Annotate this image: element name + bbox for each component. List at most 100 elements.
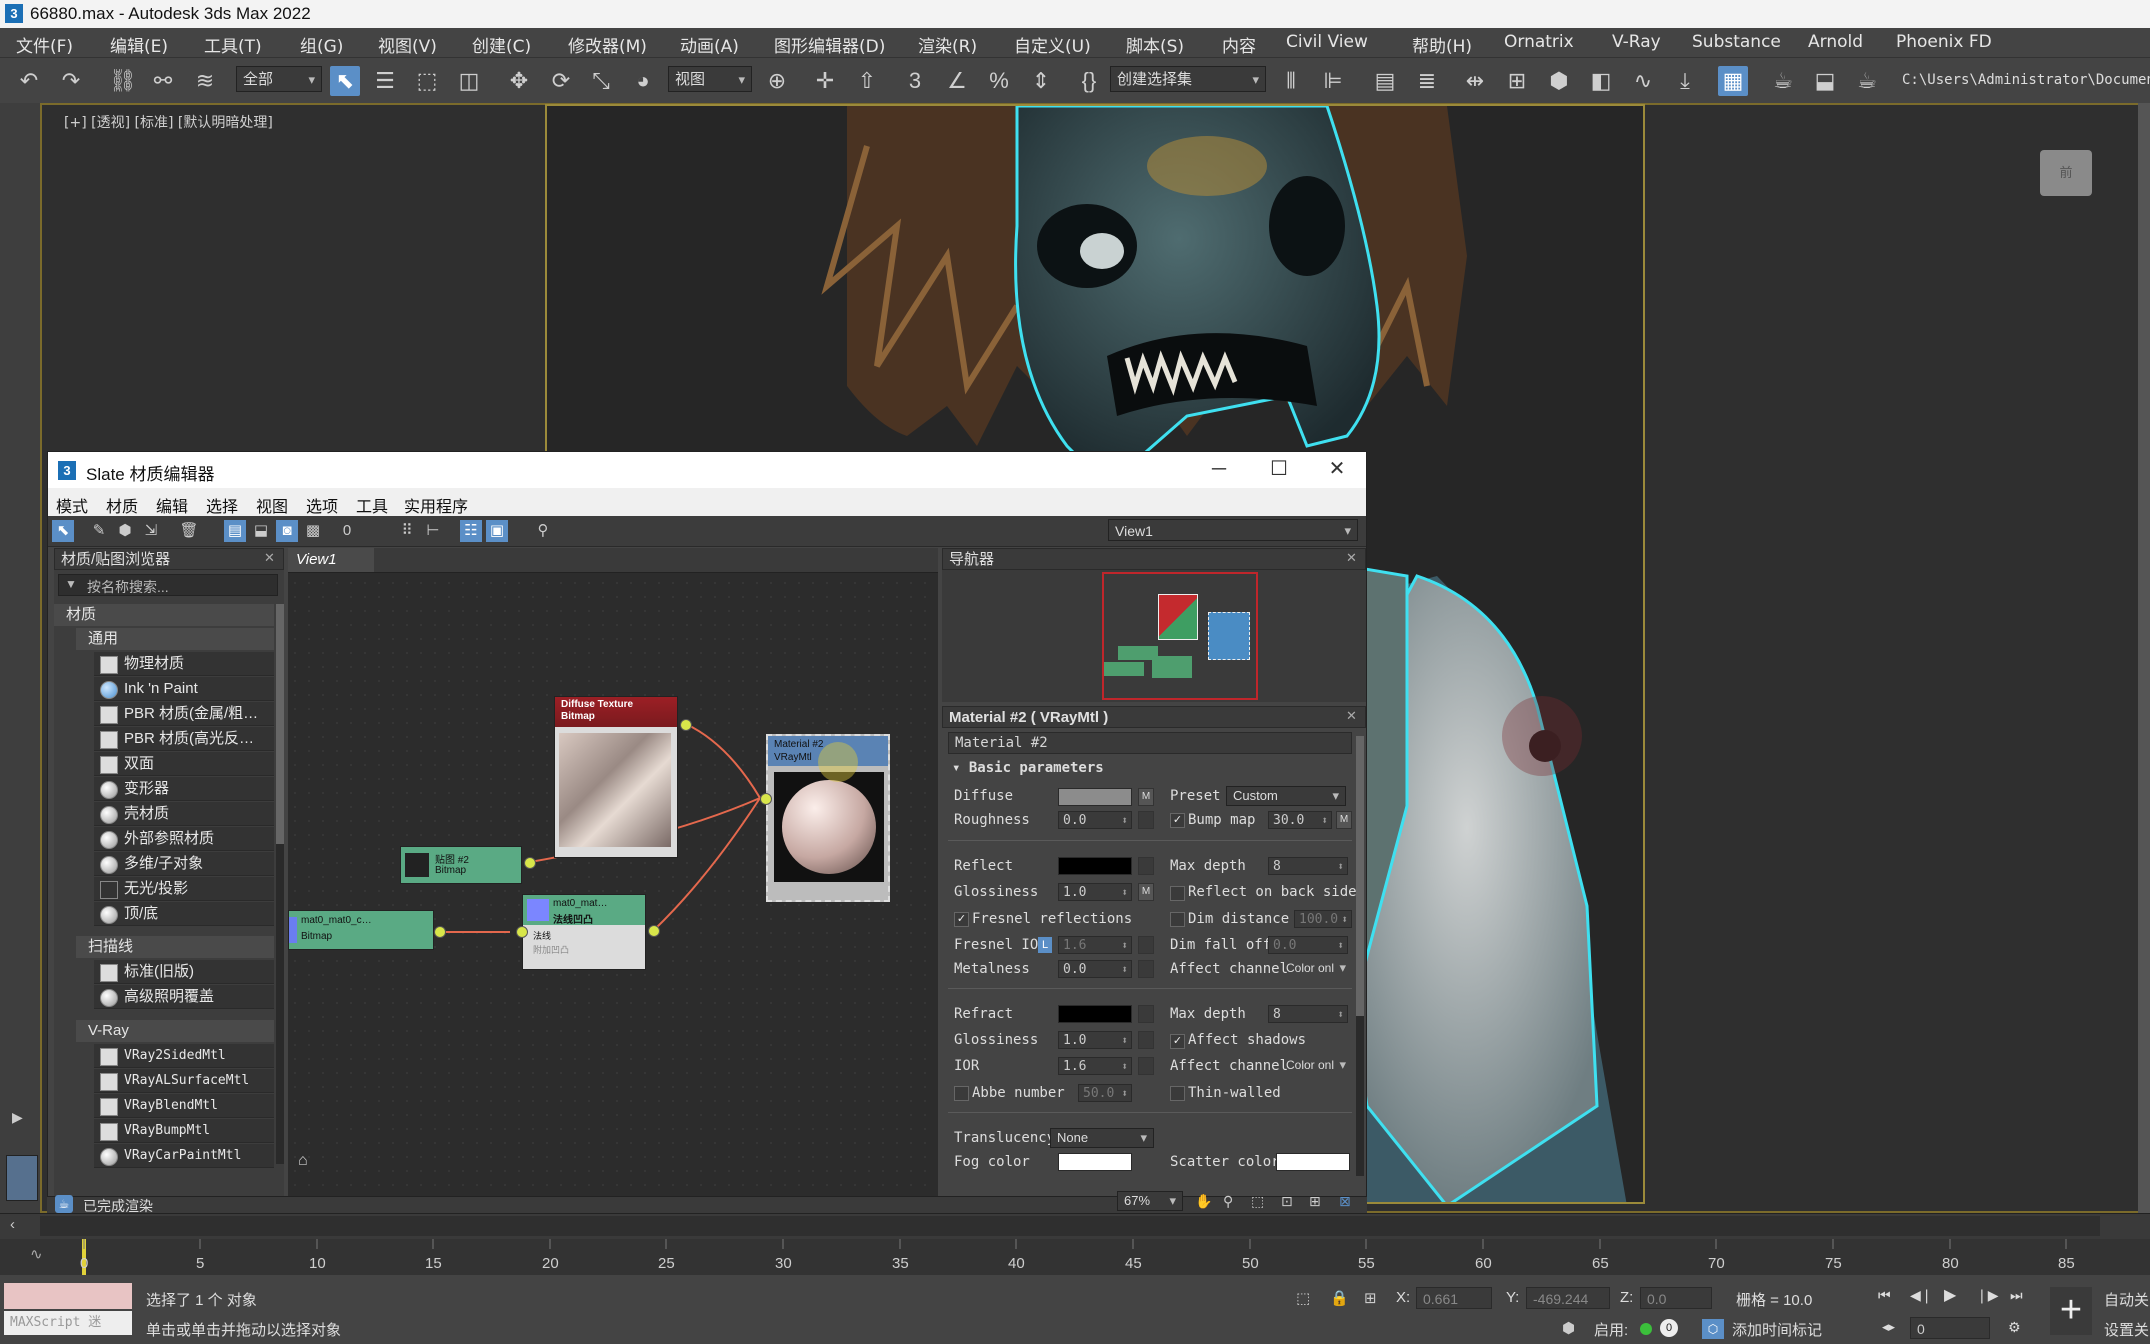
slate-menu-options[interactable]: 选项 — [306, 493, 338, 517]
menu-create[interactable]: 创建(C) — [472, 32, 531, 57]
slate-menu-material[interactable]: 材质 — [106, 493, 138, 517]
thin-walled-checkbox[interactable] — [1170, 1086, 1185, 1101]
selection-filter-dropdown[interactable]: 全部 — [236, 66, 322, 93]
list-item[interactable]: 无光/投影 — [94, 877, 274, 901]
unlink-icon[interactable]: ⚯ — [148, 66, 178, 96]
refr-glossiness-map-button[interactable] — [1138, 1031, 1154, 1049]
refr-max-depth-spinner[interactable]: 8 — [1268, 1005, 1348, 1024]
slate-menu-edit[interactable]: 编辑 — [156, 493, 188, 517]
node-map-2[interactable]: 贴图 #2 Bitmap — [400, 846, 522, 884]
keyboard-shortcut-icon[interactable]: ⇧ — [852, 66, 882, 96]
translucency-dropdown[interactable]: None — [1050, 1128, 1154, 1148]
node-diffuse-texture[interactable]: Diffuse Texture Bitmap — [554, 696, 678, 858]
list-item[interactable]: 壳材质 — [94, 802, 274, 826]
output-port[interactable] — [680, 719, 692, 731]
zoom-extents-icon[interactable]: ⊡ — [1281, 1193, 1293, 1210]
ribbon-icon[interactable]: ⇹ — [1460, 66, 1490, 96]
align-icon[interactable]: ⊫ — [1318, 66, 1348, 96]
affect-shadows-checkbox[interactable]: ✓ — [1170, 1034, 1185, 1049]
adaptive-degradation-icon[interactable]: ⬢ — [1562, 1319, 1575, 1337]
browser-close-icon[interactable]: ✕ — [264, 550, 275, 566]
minimize-button[interactable]: ─ — [1204, 456, 1234, 482]
affect-channel-dropdown[interactable]: Color onl — [1280, 959, 1352, 979]
ior-map-button[interactable] — [1138, 1057, 1154, 1075]
select-object-icon[interactable]: ⬉ — [330, 66, 360, 96]
input-port[interactable] — [516, 926, 528, 938]
isolate-selection-icon[interactable]: ⬚ — [1296, 1289, 1310, 1307]
select-by-material-icon[interactable]: ⚲ — [532, 520, 554, 542]
link-icon[interactable]: ⛓ — [108, 66, 138, 96]
named-selection-dropdown[interactable]: 创建选择集 — [1110, 66, 1266, 93]
rect-selection-icon[interactable]: ⬚ — [412, 66, 442, 96]
mirror-icon[interactable]: ⫴ — [1276, 66, 1306, 96]
fresnel-checkbox[interactable]: ✓ — [954, 912, 969, 927]
undo-icon[interactable]: ↶ — [14, 66, 44, 96]
list-item[interactable]: 高级照明覆盖 — [94, 985, 274, 1009]
hide-unused-icon[interactable]: ⬓ — [250, 520, 272, 542]
timeslider-left-arrow-icon[interactable]: ‹ — [10, 1216, 15, 1233]
metalness-map-button[interactable] — [1138, 960, 1154, 978]
vray-render-icon[interactable]: ☕ — [1852, 66, 1882, 96]
list-item[interactable]: Ink 'n Paint — [94, 677, 274, 701]
fresnel-ior-spinner[interactable]: 1.6 — [1058, 936, 1132, 955]
bind-space-warp-icon[interactable]: ≋ — [190, 66, 220, 96]
list-item[interactable]: 双面 — [94, 752, 274, 776]
subgroup-scanline[interactable]: 扫描线 — [76, 936, 274, 958]
layout-all-icon[interactable]: ⠿ — [396, 520, 418, 542]
menu-customize[interactable]: 自定义(U) — [1014, 32, 1091, 57]
menu-phoenix-fd[interactable]: Phoenix FD — [1896, 32, 1992, 52]
param-scrollbar[interactable] — [1356, 736, 1364, 1176]
list-item[interactable]: VRayALSurfaceMtl — [94, 1069, 274, 1093]
list-item[interactable]: PBR 材质(高光反… — [94, 727, 274, 751]
refract-map-button[interactable] — [1138, 1005, 1154, 1023]
expand-arrow-icon[interactable]: ▶ — [12, 1109, 30, 1127]
slate-title-bar[interactable]: 3 Slate 材质编辑器 ─ ☐ ✕ — [48, 452, 1366, 488]
ref-coord-dropdown[interactable]: 视图 — [668, 66, 752, 93]
diffuse-map-button[interactable]: M — [1138, 788, 1154, 806]
zoom-icon[interactable]: ⚲ — [1223, 1193, 1233, 1210]
next-frame-icon[interactable]: ❘▶ — [1976, 1287, 1999, 1304]
zoom-selected-icon[interactable]: ⊞ — [1309, 1193, 1321, 1210]
layout-children-icon[interactable]: ⊢ — [422, 520, 444, 542]
bump-map-button[interactable]: M — [1336, 811, 1352, 829]
navigator-pan-icon[interactable]: ⌂ — [298, 1152, 324, 1178]
list-item[interactable]: PBR 材质(金属/粗… — [94, 702, 274, 726]
x-coord-field[interactable]: 0.661 — [1416, 1287, 1492, 1309]
viewport-label[interactable]: [+] [透视] [标准] [默认明暗处理] — [64, 112, 273, 132]
place-icon[interactable]: ◕ — [628, 66, 658, 96]
select-by-name-icon[interactable]: ☰ — [370, 66, 400, 96]
absolute-mode-icon[interactable]: ⊞ — [1364, 1289, 1377, 1307]
output-port[interactable] — [434, 926, 446, 938]
param-editor-toggle-icon[interactable]: ▣ — [486, 520, 508, 542]
render-iterative-icon[interactable]: ☕ — [1768, 66, 1798, 96]
show-end-result-icon[interactable]: ▩ — [302, 520, 324, 542]
rollout-basic-params[interactable]: ▾ Basic parameters — [952, 760, 1104, 776]
time-config-icon[interactable]: ⚙ — [2008, 1319, 2021, 1336]
navigator-view-rect[interactable] — [1102, 572, 1258, 700]
move-children-icon[interactable]: ▤ — [224, 520, 246, 542]
dim-distance-checkbox[interactable] — [1170, 912, 1185, 927]
refr-affect-channel-dropdown[interactable]: Color onl — [1280, 1056, 1352, 1076]
refr-glossiness-spinner[interactable]: 1.0 — [1058, 1031, 1132, 1050]
list-item[interactable]: 变形器 — [94, 777, 274, 801]
y-coord-field[interactable]: -469.244 — [1526, 1287, 1610, 1309]
list-item[interactable]: VRayCarPaintMtl — [94, 1144, 274, 1168]
scene-explorer-icon[interactable]: ▤ — [1370, 66, 1400, 96]
window-crossing-icon[interactable]: ◫ — [454, 66, 484, 96]
render-setup-icon[interactable]: ∿ — [1628, 66, 1658, 96]
time-tag-icon[interactable]: ⬡ — [1702, 1319, 1724, 1339]
maxscript-listener-pink[interactable] — [4, 1283, 132, 1309]
key-mode-icon[interactable]: ◂▸ — [1882, 1319, 1895, 1335]
goto-end-icon[interactable]: ⏭ — [2010, 1287, 2023, 1304]
time-slider[interactable]: ‹ — [0, 1213, 2150, 1240]
slate-menu-select[interactable]: 选择 — [206, 493, 238, 517]
list-item[interactable]: 物理材质 — [94, 652, 274, 676]
node-graph-view[interactable]: View1 Diffuse Texture Bitmap 贴图 #2 Bitmap… — [288, 548, 938, 1196]
scale-icon[interactable]: ⤡ — [586, 66, 616, 96]
reflect-backside-checkbox[interactable] — [1170, 886, 1185, 901]
menu-graph-editors[interactable]: 图形编辑器(D) — [774, 32, 885, 57]
material-id-icon[interactable]: 0 — [336, 520, 358, 542]
node-normal-bump[interactable]: mat0_mat… 法线凹凸 法线 附加凹凸 — [522, 894, 646, 970]
select-tool-icon[interactable]: ⬉ — [52, 520, 74, 542]
bump-spinner[interactable]: 30.0 — [1268, 811, 1332, 830]
